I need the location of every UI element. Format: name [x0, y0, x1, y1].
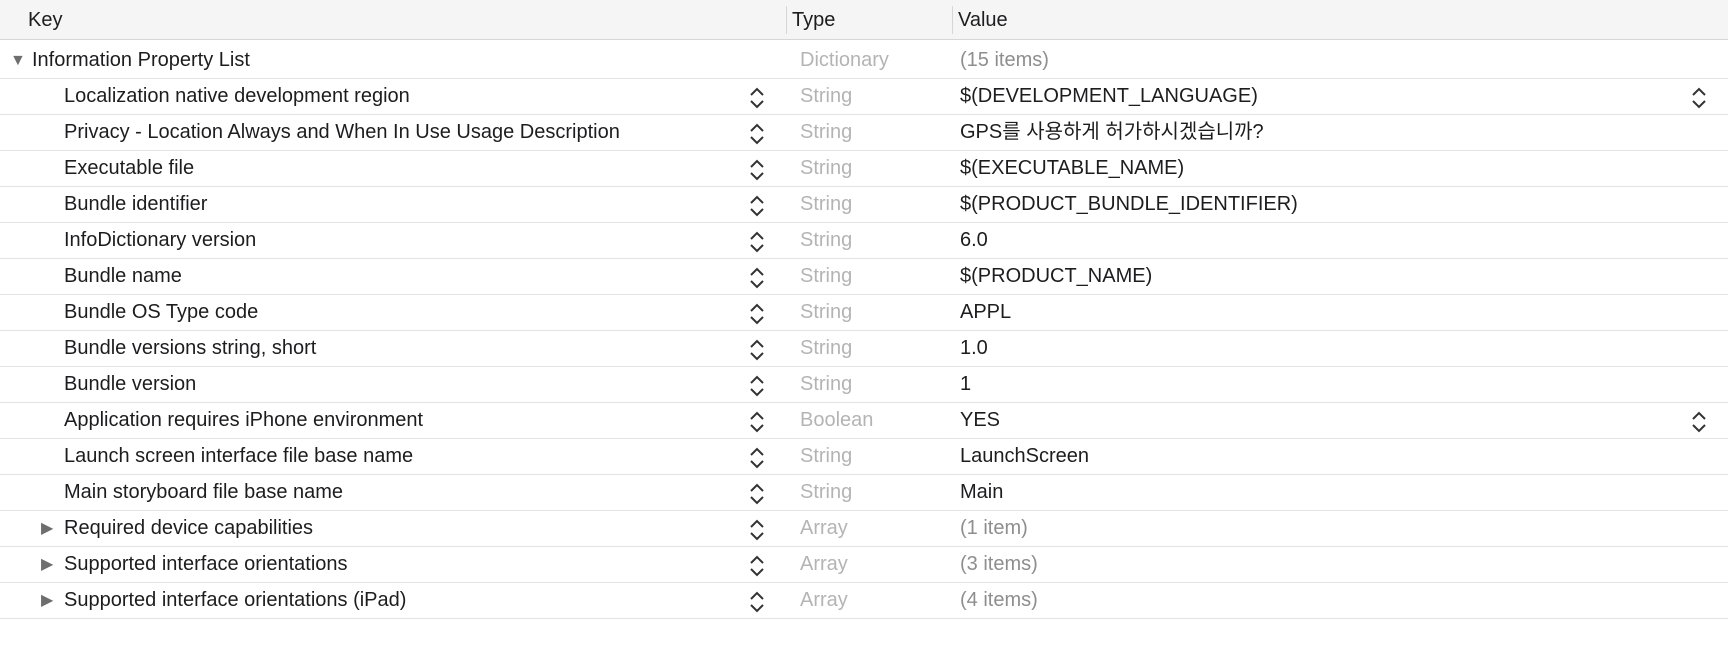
property-row[interactable]: Bundle identifier String $(PRODUCT_BUNDL… — [0, 187, 1728, 223]
up-down-chevron-icon[interactable] — [748, 230, 766, 254]
up-down-chevron-icon[interactable] — [1690, 86, 1708, 110]
triangle-right-icon[interactable]: ▶ — [41, 547, 53, 582]
row-key: Privacy - Location Always and When In Us… — [64, 121, 620, 143]
property-row[interactable]: ▶ Supported interface orientations Array… — [0, 547, 1728, 583]
up-down-chevron-icon[interactable] — [748, 86, 766, 110]
property-row[interactable]: Privacy - Location Always and When In Us… — [0, 115, 1728, 151]
up-down-chevron-icon[interactable] — [748, 158, 766, 182]
row-type: String — [800, 265, 853, 287]
up-down-chevron-icon[interactable] — [748, 410, 766, 434]
row-value[interactable]: $(DEVELOPMENT_LANGUAGE) — [960, 79, 1258, 114]
property-row-root[interactable]: ▼ Information Property List Dictionary (… — [0, 43, 1728, 79]
row-type: String — [800, 337, 853, 359]
row-value[interactable]: $(PRODUCT_BUNDLE_IDENTIFIER) — [960, 187, 1298, 222]
property-row[interactable]: Executable file String $(EXECUTABLE_NAME… — [0, 151, 1728, 187]
row-type: Array — [800, 553, 848, 575]
row-type: String — [800, 85, 853, 107]
row-value[interactable]: LaunchScreen — [960, 439, 1089, 474]
row-value[interactable]: $(EXECUTABLE_NAME) — [960, 151, 1184, 186]
row-value[interactable]: 1 — [960, 367, 971, 402]
row-key: Supported interface orientations (iPad) — [64, 589, 407, 611]
row-key: Main storyboard file base name — [64, 481, 344, 503]
row-type: String — [800, 445, 853, 467]
up-down-chevron-icon[interactable] — [748, 266, 766, 290]
triangle-down-icon[interactable]: ▼ — [10, 43, 26, 78]
property-row[interactable]: ▶ Supported interface orientations (iPad… — [0, 583, 1728, 619]
row-type: Array — [800, 589, 848, 611]
property-row[interactable]: InfoDictionary version String 6.0 — [0, 223, 1728, 259]
row-key: InfoDictionary version — [64, 229, 257, 251]
up-down-chevron-icon[interactable] — [748, 338, 766, 362]
row-value[interactable]: Main — [960, 475, 1003, 510]
row-type: Dictionary — [800, 49, 889, 71]
row-key: Bundle name — [64, 265, 182, 287]
row-key: Localization native development region — [64, 85, 410, 107]
property-row[interactable]: Bundle OS Type code String APPL — [0, 295, 1728, 331]
row-value[interactable]: GPS를 사용하게 허가하시겠습니까? — [960, 115, 1264, 150]
row-key: Bundle versions string, short — [64, 337, 317, 359]
row-type: String — [800, 481, 853, 503]
property-row[interactable]: Main storyboard file base name String Ma… — [0, 475, 1728, 511]
up-down-chevron-icon[interactable] — [1690, 410, 1708, 434]
row-key: Launch screen interface file base name — [64, 445, 414, 467]
triangle-right-icon[interactable]: ▶ — [41, 511, 53, 546]
row-value: (4 items) — [960, 589, 1038, 611]
row-value: (3 items) — [960, 553, 1038, 575]
property-row[interactable]: Localization native development region S… — [0, 79, 1728, 115]
up-down-chevron-icon[interactable] — [748, 194, 766, 218]
row-value[interactable]: 6.0 — [960, 223, 988, 258]
row-key: Bundle OS Type code — [64, 301, 259, 323]
column-header: Key Type Value — [0, 0, 1728, 40]
row-key: Bundle identifier — [64, 193, 208, 215]
row-value: (1 item) — [960, 517, 1028, 539]
row-type: Boolean — [800, 409, 874, 431]
row-value[interactable]: YES — [960, 403, 1000, 438]
row-key: Information Property List — [32, 49, 250, 71]
row-key: Application requires iPhone environment — [64, 409, 424, 431]
row-type: String — [800, 373, 853, 395]
property-row[interactable]: Bundle name String $(PRODUCT_NAME) — [0, 259, 1728, 295]
column-divider[interactable] — [786, 6, 787, 34]
triangle-right-icon[interactable]: ▶ — [41, 583, 53, 618]
row-type: Array — [800, 517, 848, 539]
property-row[interactable]: ▶ Required device capabilities Array (1 … — [0, 511, 1728, 547]
row-value[interactable]: APPL — [960, 295, 1011, 330]
up-down-chevron-icon[interactable] — [748, 374, 766, 398]
property-row[interactable]: Bundle versions string, short String 1.0 — [0, 331, 1728, 367]
up-down-chevron-icon[interactable] — [748, 446, 766, 470]
row-type: String — [800, 229, 853, 251]
row-key: Executable file — [64, 157, 195, 179]
up-down-chevron-icon[interactable] — [748, 302, 766, 326]
row-key: Supported interface orientations — [64, 553, 348, 575]
property-row[interactable]: Bundle version String 1 — [0, 367, 1728, 403]
up-down-chevron-icon[interactable] — [748, 482, 766, 506]
up-down-chevron-icon[interactable] — [748, 122, 766, 146]
row-value[interactable]: $(PRODUCT_NAME) — [960, 259, 1152, 294]
column-divider[interactable] — [952, 6, 953, 34]
property-row[interactable]: Application requires iPhone environment … — [0, 403, 1728, 439]
row-key: Required device capabilities — [64, 517, 314, 539]
value-column-header[interactable]: Value — [958, 0, 1008, 40]
row-type: String — [800, 157, 853, 179]
row-type: String — [800, 193, 853, 215]
up-down-chevron-icon[interactable] — [748, 590, 766, 614]
row-value[interactable]: 1.0 — [960, 331, 988, 366]
property-row[interactable]: Launch screen interface file base name S… — [0, 439, 1728, 475]
up-down-chevron-icon[interactable] — [748, 518, 766, 542]
row-type: String — [800, 301, 853, 323]
row-key: Bundle version — [64, 373, 197, 395]
up-down-chevron-icon[interactable] — [748, 554, 766, 578]
type-column-header[interactable]: Type — [792, 0, 835, 40]
row-type: String — [800, 121, 853, 143]
key-column-header[interactable]: Key — [28, 0, 62, 40]
row-value: (15 items) — [960, 49, 1049, 71]
property-list: ▼ Information Property List Dictionary (… — [0, 43, 1728, 619]
